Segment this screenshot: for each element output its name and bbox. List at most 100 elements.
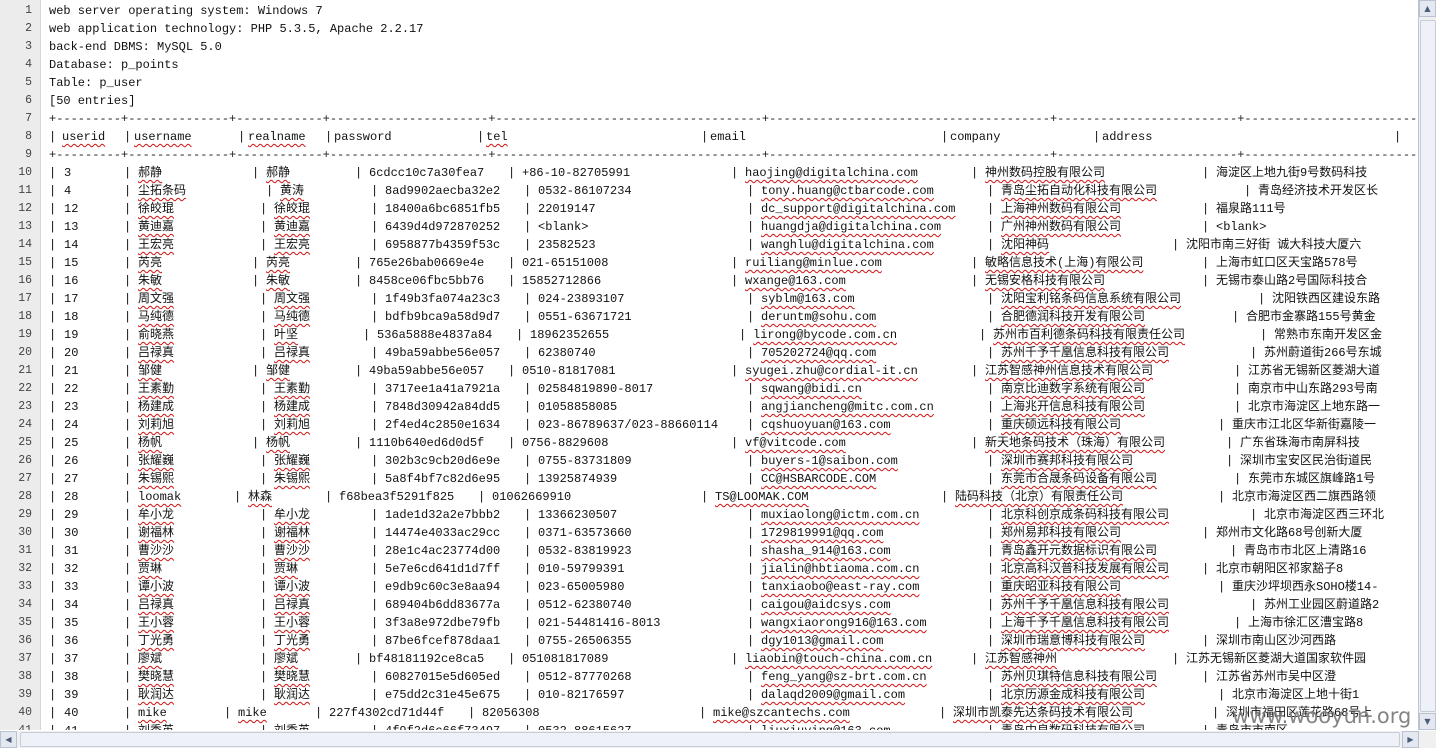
column-divider: | bbox=[1218, 490, 1226, 504]
column-divider: | bbox=[260, 292, 268, 306]
line-number: 40 bbox=[18, 706, 32, 719]
text-editor[interactable]: 1 web server operating system: Windows 7 2… bbox=[0, 0, 1419, 730]
cell-username: 谭小波 bbox=[138, 580, 175, 594]
cell-password: 3717ee1a41a7921a bbox=[385, 382, 501, 396]
column-divider: | bbox=[941, 130, 949, 144]
column-divider: | bbox=[124, 544, 132, 558]
column-divider: | bbox=[49, 238, 57, 252]
column-divider: | bbox=[260, 688, 268, 702]
column-divider: | bbox=[124, 292, 132, 306]
column-divider: | bbox=[371, 598, 379, 612]
column-divider: | bbox=[524, 202, 532, 216]
arrow-left-icon[interactable]: ◀ bbox=[0, 731, 17, 748]
column-divider: | bbox=[524, 400, 532, 414]
arrow-right-icon[interactable]: ▶ bbox=[1402, 731, 1419, 748]
cell-password: 227f4302cd71d44f bbox=[329, 706, 445, 720]
separator-text: +---------+--------------+------------+-… bbox=[49, 148, 1419, 162]
column-divider: | bbox=[524, 598, 532, 612]
column-divider: | bbox=[371, 670, 379, 684]
table-row: 23 | 23 | 杨建成 | 杨建成 | 7848d30942a84dd5 | 010588580… bbox=[0, 398, 1418, 416]
cell-address: 江苏无锡新区菱湖大道国家软件园 bbox=[1186, 652, 1367, 666]
column-divider: | bbox=[987, 382, 995, 396]
column-divider: | bbox=[49, 328, 57, 342]
cell-username: 马纯德 bbox=[138, 310, 175, 324]
cell-userid: 3 bbox=[64, 166, 72, 180]
column-divider: | bbox=[731, 652, 739, 666]
column-divider: | bbox=[508, 436, 516, 450]
line-number: 38 bbox=[18, 670, 32, 683]
column-divider: | bbox=[747, 202, 755, 216]
cell-tel: 024-23893107 bbox=[538, 292, 625, 306]
line-number: 21 bbox=[18, 364, 32, 377]
cell-password: 536a5888e4837a84 bbox=[377, 328, 493, 342]
column-divider: | bbox=[49, 346, 57, 360]
cell-userid: 16 bbox=[64, 274, 79, 288]
column-divider: | bbox=[260, 202, 268, 216]
cell-email: 705202724@qq.com bbox=[761, 346, 877, 360]
column-header-address: address bbox=[1102, 130, 1153, 144]
column-divider: | bbox=[747, 400, 755, 414]
column-divider: | bbox=[371, 220, 379, 234]
cell-company: 神州数码控股有限公司 bbox=[985, 166, 1106, 180]
column-divider: | bbox=[987, 544, 995, 558]
cell-userid: 13 bbox=[64, 220, 79, 234]
column-divider: | bbox=[124, 256, 132, 270]
cell-userid: 35 bbox=[64, 616, 79, 630]
cell-company: 江苏智感神州信息技术有限公司 bbox=[985, 364, 1154, 378]
cell-company: 苏州千予千凰信息科技有限公司 bbox=[1001, 598, 1170, 612]
cell-username: 杨帆 bbox=[138, 436, 163, 450]
cell-tel: 22019147 bbox=[538, 202, 596, 216]
column-divider: | bbox=[124, 130, 132, 144]
cell-username: 朱锡熙 bbox=[138, 472, 175, 486]
column-divider: | bbox=[49, 670, 57, 684]
cell-userid: 27 bbox=[64, 472, 79, 486]
cell-realname: 牟小龙 bbox=[274, 508, 311, 522]
arrow-down-icon[interactable]: ▼ bbox=[1419, 713, 1436, 730]
cell-username: 曹沙沙 bbox=[138, 544, 175, 558]
arrow-up-icon[interactable]: ▲ bbox=[1419, 0, 1436, 17]
column-divider: | bbox=[371, 310, 379, 324]
cell-userid: 15 bbox=[64, 256, 79, 270]
vertical-scrollbar[interactable]: ▲ ▼ bbox=[1419, 0, 1436, 730]
table-row: 11 | 4 | 尘拓条码 | 黄涛 | 8ad9902aecba32e2 | 0532-86107… bbox=[0, 182, 1418, 200]
cell-tel: 82056308 bbox=[482, 706, 540, 720]
column-divider: | bbox=[49, 310, 57, 324]
cell-email: wangxiaorong916@163.com bbox=[761, 616, 927, 630]
cell-realname: 郝静 bbox=[266, 166, 291, 180]
cell-tel: 010-59799391 bbox=[538, 562, 625, 576]
cell-tel: 0510-81817081 bbox=[522, 364, 616, 378]
cell-realname: 黄迪嘉 bbox=[274, 220, 311, 234]
column-divider: | bbox=[747, 688, 755, 702]
column-divider: | bbox=[49, 166, 57, 180]
header-text: back-end DBMS: MySQL 5.0 bbox=[49, 40, 222, 54]
column-divider: | bbox=[260, 328, 268, 342]
column-divider: | bbox=[941, 490, 949, 504]
vertical-scroll-thumb[interactable] bbox=[1420, 20, 1436, 712]
column-divider: | bbox=[747, 722, 754, 730]
line-number: 33 bbox=[18, 580, 32, 593]
cell-email: wanghlu@digitalchina.com bbox=[761, 238, 934, 252]
table-separator: 9 +---------+--------------+------------+… bbox=[0, 146, 1418, 164]
cell-tel: 021-65151008 bbox=[522, 256, 609, 270]
column-divider: | bbox=[524, 526, 532, 540]
column-divider: | bbox=[124, 580, 132, 594]
line-number: 10 bbox=[18, 166, 32, 179]
cell-email: syugei.zhu@cordial-it.cn bbox=[745, 364, 918, 378]
horizontal-scrollbar[interactable]: ◀ ▶ bbox=[0, 731, 1419, 748]
cell-username: 黄迪嘉 bbox=[138, 220, 175, 234]
column-divider: | bbox=[49, 382, 57, 396]
cell-userid: 23 bbox=[64, 400, 79, 414]
table-row: 38 | 38 | 樊晓慧 | 樊晓慧 | 60827015e5d605ed | 0512-8777… bbox=[0, 668, 1418, 686]
cell-username: 王小蓉 bbox=[138, 616, 175, 630]
column-divider: | bbox=[1234, 616, 1242, 630]
column-divider: | bbox=[49, 580, 57, 594]
horizontal-scroll-thumb[interactable] bbox=[20, 732, 1400, 747]
line-number: 34 bbox=[18, 598, 32, 611]
column-divider: | bbox=[260, 652, 268, 666]
cell-userid: 26 bbox=[64, 454, 79, 468]
cell-userid: 31 bbox=[64, 544, 79, 558]
cell-realname: 曹沙沙 bbox=[274, 544, 311, 558]
cell-password: bdfb9bca9a58d9d7 bbox=[385, 310, 501, 324]
column-divider: | bbox=[1234, 400, 1242, 414]
column-divider: | bbox=[49, 634, 57, 648]
